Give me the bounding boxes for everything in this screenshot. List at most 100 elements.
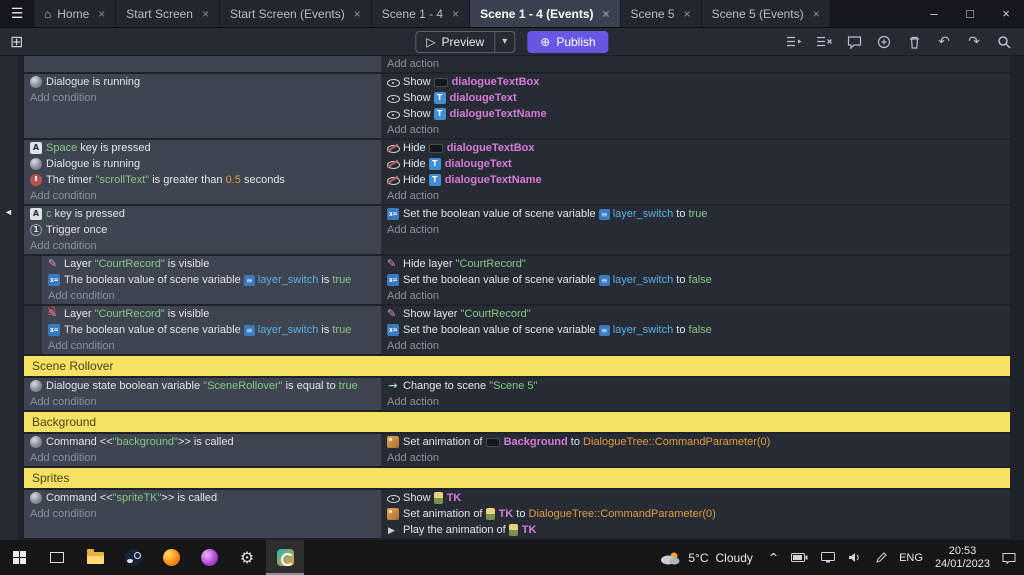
settings-button[interactable]: ⚙	[228, 540, 266, 575]
action-line[interactable]: Add action	[387, 338, 1004, 354]
action-line[interactable]: Set the boolean value of scene variable …	[387, 322, 1004, 338]
task-view-button[interactable]	[38, 540, 76, 575]
actions-cell[interactable]: Hide dialogueTextBoxHide dialougeTextHid…	[381, 140, 1010, 204]
action-line[interactable]: Add action	[387, 394, 1004, 410]
volume-icon[interactable]	[848, 552, 862, 563]
tab-close-icon[interactable]: ×	[813, 7, 820, 21]
tab-close-icon[interactable]: ×	[603, 7, 610, 21]
action-line[interactable]: Hide layer "CourtRecord"	[387, 256, 1004, 272]
condition-line[interactable]: Layer "CourtRecord" is visible	[48, 306, 375, 322]
action-line[interactable]: Hide dialogueTextBox	[387, 140, 1004, 156]
condition-line[interactable]: Add condition	[30, 90, 375, 106]
action-line[interactable]: Add action	[387, 288, 1004, 304]
preview-button[interactable]: ▷ Preview ▾	[415, 30, 516, 53]
action-line[interactable]: Change to scene "Scene 5"	[387, 378, 1004, 394]
action-line[interactable]: Play the animation of TK	[387, 522, 1004, 538]
condition-line[interactable]: Dialogue is running	[30, 156, 375, 172]
action-line[interactable]: Add action	[387, 122, 1004, 138]
group-row[interactable]: Background	[24, 412, 1010, 432]
tab-home[interactable]: ⌂ Home ×	[34, 0, 116, 27]
hidden-icons-button[interactable]: ^	[769, 552, 778, 563]
media-app-button[interactable]	[190, 540, 228, 575]
action-line[interactable]: Set animation of Background to DialogueT…	[387, 434, 1004, 450]
trash-icon[interactable]	[906, 34, 922, 50]
firefox-button[interactable]	[152, 540, 190, 575]
tab-scene-5-events-[interactable]: Scene 5 (Events) ×	[701, 0, 830, 27]
action-line[interactable]: Show TK	[387, 490, 1004, 506]
action-line[interactable]: Set animation of TK to DialogueTree::Com…	[387, 506, 1004, 522]
gdevelop-taskbar-button[interactable]	[266, 540, 304, 575]
network-icon[interactable]	[821, 552, 836, 563]
conditions-cell[interactable]: Layer "CourtRecord" is visibleThe boolea…	[24, 256, 381, 304]
actions-cell[interactable]: Set the boolean value of scene variable …	[381, 206, 1010, 254]
conditions-cell[interactable]: c key is pressed Trigger once Add conditio…	[24, 206, 381, 254]
tab-start-screen-events-[interactable]: Start Screen (Events) ×	[220, 0, 371, 27]
action-line[interactable]: Add action	[387, 188, 1004, 204]
conditions-cell[interactable]: Command << "spriteTK" >> is called Add cond…	[24, 490, 381, 538]
action-line[interactable]: Hide dialogueTextName	[387, 172, 1004, 188]
action-line[interactable]: Add action	[387, 56, 1004, 72]
action-line[interactable]: Set the boolean value of scene variable …	[387, 272, 1004, 288]
grid-view-icon[interactable]: ⊞	[10, 32, 23, 52]
publish-button[interactable]: ⊕ Publish	[527, 30, 609, 53]
action-line[interactable]: Add action	[387, 450, 1004, 466]
action-line[interactable]: Show dialogueTextName	[387, 106, 1004, 122]
action-line[interactable]: Hide dialougeText	[387, 156, 1004, 172]
actions-cell[interactable]: Hide layer "CourtRecord"Set the boolean …	[381, 256, 1010, 304]
tab-close-icon[interactable]: ×	[202, 7, 209, 21]
search-icon[interactable]	[996, 34, 1012, 50]
conditions-cell[interactable]: Space key is pressed Dialogue is running T…	[24, 140, 381, 204]
tab-close-icon[interactable]: ×	[452, 7, 459, 21]
preview-dropdown-icon[interactable]: ▾	[495, 36, 514, 47]
start-button[interactable]	[0, 540, 38, 575]
menu-icon[interactable]: ☰	[0, 0, 34, 27]
pen-icon[interactable]	[875, 551, 887, 564]
language-indicator[interactable]: ENG	[899, 552, 923, 564]
condition-line[interactable]: Dialogue state boolean variable "SceneRo…	[30, 378, 375, 394]
event-list-icon[interactable]	[786, 34, 802, 50]
condition-line[interactable]: Add condition	[30, 506, 375, 522]
undo-icon[interactable]: ↶	[936, 33, 952, 50]
fold-arrow-icon[interactable]: ◄	[4, 207, 13, 217]
condition-line[interactable]: The boolean value of scene variable laye…	[48, 322, 375, 338]
actions-cell[interactable]: Change to scene "Scene 5" Add action	[381, 378, 1010, 410]
condition-line[interactable]: Trigger once	[30, 222, 375, 238]
condition-line[interactable]: Add condition	[48, 288, 375, 304]
action-line[interactable]: Show layer "CourtRecord"	[387, 306, 1004, 322]
tab-close-icon[interactable]: ×	[98, 7, 105, 21]
add-circle-icon[interactable]	[876, 34, 892, 50]
conditions-cell[interactable]	[24, 56, 381, 72]
close-button[interactable]: ×	[988, 0, 1024, 27]
battery-icon[interactable]	[791, 553, 808, 562]
tab-close-icon[interactable]: ×	[354, 7, 361, 21]
actions-cell[interactable]: Set animation of Background to DialogueT…	[381, 434, 1010, 466]
condition-line[interactable]: Command << "spriteTK" >> is called	[30, 490, 375, 506]
comment-icon[interactable]	[846, 34, 862, 50]
redo-icon[interactable]: ↷	[966, 33, 982, 50]
steam-button[interactable]	[114, 540, 152, 575]
condition-line[interactable]: Space key is pressed	[30, 140, 375, 156]
condition-line[interactable]: Add condition	[30, 238, 375, 254]
maximize-button[interactable]: □	[952, 0, 988, 27]
actions-cell[interactable]: Show dialogueTextBoxShow dialougeTextSho…	[381, 74, 1010, 138]
actions-cell[interactable]: Add action	[381, 56, 1010, 72]
action-line[interactable]: Show dialogueTextBox	[387, 74, 1004, 90]
action-line[interactable]: Add action	[387, 222, 1004, 238]
tab-scene-5[interactable]: Scene 5 ×	[620, 0, 701, 27]
action-line[interactable]: Set the boolean value of scene variable …	[387, 206, 1004, 222]
taskbar-clock[interactable]: 20:53 24/01/2023	[935, 545, 990, 571]
condition-line[interactable]: c key is pressed	[30, 206, 375, 222]
actions-cell[interactable]: Show layer "CourtRecord"Set the boolean …	[381, 306, 1010, 354]
condition-line[interactable]: Layer "CourtRecord" is visible	[48, 256, 375, 272]
conditions-cell[interactable]: Dialogue is running Add condition	[24, 74, 381, 138]
actions-cell[interactable]: Show TK Set animation of TK to DialogueTr…	[381, 490, 1010, 538]
conditions-cell[interactable]: Command << "background" >> is called Add co…	[24, 434, 381, 466]
minimize-button[interactable]: –	[916, 0, 952, 27]
tab-close-icon[interactable]: ×	[684, 7, 691, 21]
weather-widget[interactable]: 5°C Cloudy	[659, 551, 753, 565]
notification-center-button[interactable]	[1002, 552, 1016, 564]
group-row[interactable]: Scene Rollover	[24, 356, 1010, 376]
condition-line[interactable]: The boolean value of scene variable laye…	[48, 272, 375, 288]
condition-line[interactable]: Add condition	[30, 450, 375, 466]
condition-line[interactable]: Command << "background" >> is called	[30, 434, 375, 450]
